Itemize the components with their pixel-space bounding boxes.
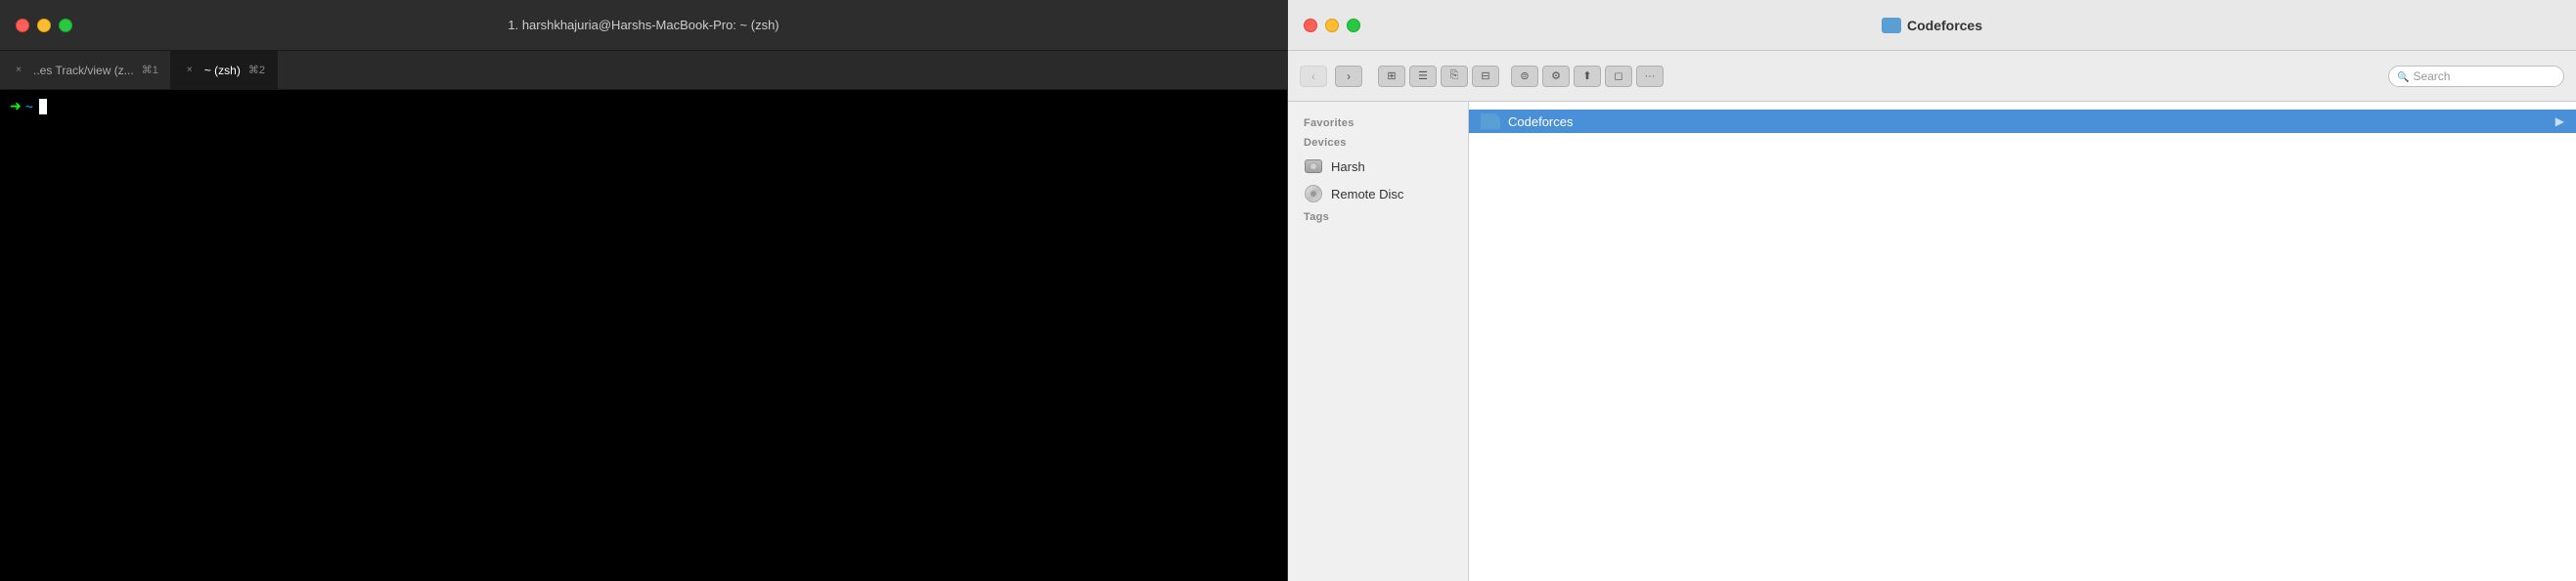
tab1-label: ..es Track/view (z... [33, 64, 134, 77]
share-icon [1582, 69, 1591, 82]
columns-view-icon [1450, 69, 1459, 82]
tab1-close-icon[interactable]: × [12, 64, 25, 77]
tag-icon [1614, 69, 1622, 82]
search-icon [2397, 69, 2409, 83]
hdd-icon [1305, 159, 1322, 173]
finder-window: Codeforces ‹ › [1288, 0, 2576, 581]
remote-disc-icon [1304, 184, 1323, 203]
tags-section-label: Tags [1288, 207, 1468, 227]
finder-content: Favorites Devices Harsh Remote Dis [1288, 102, 2576, 581]
action-button[interactable] [1542, 66, 1570, 87]
grid-view-icon [1387, 69, 1396, 82]
finder-forward-button[interactable]: › [1335, 66, 1362, 87]
finder-search-box[interactable]: Search [2388, 66, 2564, 87]
sidebar-item-harsh[interactable]: Harsh [1288, 153, 1468, 180]
finder-view-buttons [1378, 66, 1499, 87]
finder-sidebar: Favorites Devices Harsh Remote Dis [1288, 102, 1469, 581]
remote-disc-label: Remote Disc [1331, 187, 1403, 201]
view-gallery-button[interactable] [1472, 66, 1499, 87]
tab1-shortcut: ⌘1 [142, 64, 158, 76]
finder-title-folder-icon [1882, 18, 1901, 33]
arrange-icon [1520, 69, 1529, 82]
gallery-view-icon [1481, 69, 1489, 82]
harsh-device-icon [1304, 156, 1323, 176]
terminal-body[interactable]: ➜ ~ [0, 90, 1287, 581]
terminal-maximize-button[interactable] [59, 19, 72, 32]
terminal-cursor [39, 99, 47, 114]
arrange-button[interactable] [1511, 66, 1538, 87]
terminal-tab-1[interactable]: × ..es Track/view (z... ⌘1 [0, 51, 171, 89]
codeforces-folder-label: Codeforces [1508, 114, 1573, 129]
view-list-button[interactable] [1409, 66, 1437, 87]
prompt-tilde: ~ [25, 99, 33, 114]
terminal-tabs: × ..es Track/view (z... ⌘1 × ~ (zsh) ⌘2 [0, 51, 1287, 90]
prompt-arrow-icon: ➜ [10, 98, 22, 114]
devices-section-label: Devices [1288, 133, 1468, 153]
finder-minimize-button[interactable] [1325, 19, 1339, 32]
view-columns-button[interactable] [1441, 66, 1468, 87]
more-icon [1645, 70, 1656, 82]
favorites-section-label: Favorites [1288, 113, 1468, 133]
terminal-titlebar: 1. harshkhajuria@Harshs-MacBook-Pro: ~ (… [0, 0, 1287, 51]
tab2-shortcut: ⌘2 [248, 64, 265, 76]
codeforces-folder-icon [1481, 113, 1500, 129]
back-icon: ‹ [1311, 69, 1315, 83]
finder-title-text: Codeforces [1907, 18, 1982, 33]
terminal-title: 1. harshkhajuria@Harshs-MacBook-Pro: ~ (… [508, 18, 778, 32]
sidebar-item-remote-disc[interactable]: Remote Disc [1288, 180, 1468, 207]
view-icon-button[interactable] [1378, 66, 1405, 87]
terminal-tab-2[interactable]: × ~ (zsh) ⌘2 [171, 51, 278, 89]
more-button[interactable] [1636, 66, 1664, 87]
terminal-window: 1. harshkhajuria@Harshs-MacBook-Pro: ~ (… [0, 0, 1288, 581]
tab2-label: ~ (zsh) [204, 64, 241, 77]
finder-traffic-lights [1304, 19, 1360, 32]
finder-maximize-button[interactable] [1347, 19, 1360, 32]
search-placeholder: Search [2413, 69, 2450, 83]
finder-close-button[interactable] [1304, 19, 1317, 32]
finder-toolbar: ‹ › [1288, 51, 2576, 102]
forward-icon: › [1347, 69, 1351, 83]
finder-main: Codeforces ▶ [1469, 102, 2576, 581]
list-view-icon [1418, 69, 1428, 82]
harsh-device-label: Harsh [1331, 159, 1365, 174]
terminal-minimize-button[interactable] [37, 19, 51, 32]
tab2-close-icon[interactable]: × [183, 64, 197, 77]
codeforces-folder-row[interactable]: Codeforces ▶ [1469, 110, 2576, 133]
tag-button[interactable] [1605, 66, 1632, 87]
action-icon [1551, 69, 1561, 82]
terminal-close-button[interactable] [16, 19, 29, 32]
terminal-prompt: ➜ ~ [10, 98, 1277, 114]
finder-title: Codeforces [1882, 18, 1982, 33]
chevron-right-icon: ▶ [2555, 114, 2564, 128]
finder-action-buttons [1511, 66, 1664, 87]
hdd-inner [1310, 162, 1317, 170]
share-button[interactable] [1574, 66, 1601, 87]
disc-inner [1310, 191, 1316, 197]
finder-back-button[interactable]: ‹ [1300, 66, 1327, 87]
terminal-traffic-lights [16, 19, 72, 32]
finder-titlebar: Codeforces [1288, 0, 2576, 51]
disc-icon [1305, 185, 1322, 202]
